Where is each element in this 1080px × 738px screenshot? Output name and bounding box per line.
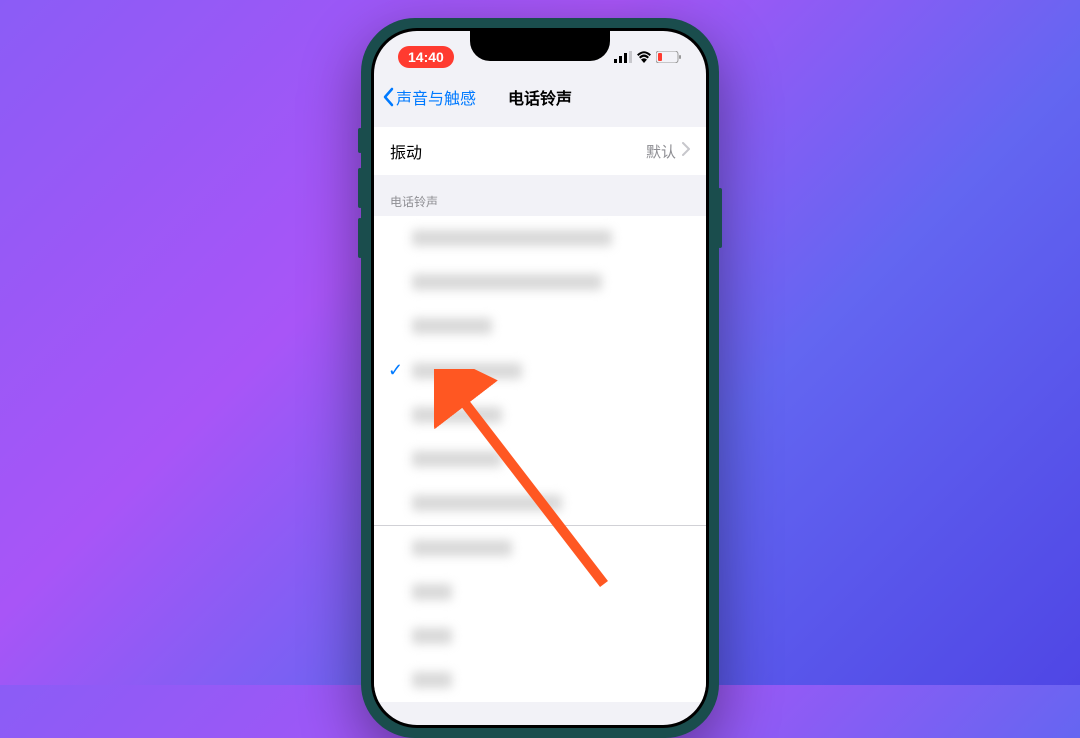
ringtone-label-blurred xyxy=(412,451,502,467)
page-title: 电话铃声 xyxy=(508,85,572,109)
ringtone-item[interactable] xyxy=(374,658,706,702)
ringtone-label-blurred xyxy=(412,495,562,511)
battery-icon xyxy=(656,51,682,63)
ringtone-label-blurred xyxy=(412,274,602,290)
wifi-icon xyxy=(636,51,652,63)
vibration-label: 振动 xyxy=(390,139,646,163)
ringtone-list: ✓ xyxy=(374,216,706,702)
vibration-cell[interactable]: 振动 默认 xyxy=(374,127,706,175)
ringtone-item[interactable] xyxy=(374,614,706,658)
ringtone-item[interactable] xyxy=(374,481,706,525)
checkmark-icon: ✓ xyxy=(388,360,412,381)
ringtone-label-blurred xyxy=(412,584,452,600)
ringtone-label-blurred xyxy=(412,230,612,246)
ringtone-label-blurred xyxy=(412,672,452,688)
ringtone-item[interactable] xyxy=(374,393,706,437)
ringtone-item[interactable] xyxy=(374,526,706,570)
ringtone-item[interactable] xyxy=(374,570,706,614)
ringtone-item[interactable] xyxy=(374,304,706,348)
navigation-bar: 声音与触感 电话铃声 xyxy=(374,75,706,119)
ringtone-label-blurred xyxy=(412,407,502,423)
ringtone-label-blurred xyxy=(412,318,492,334)
chevron-left-icon xyxy=(382,87,394,107)
back-button[interactable]: 声音与触感 xyxy=(374,85,476,109)
ringtone-label-blurred xyxy=(412,628,452,644)
status-time: 14:40 xyxy=(398,46,454,68)
phone-screen: 14:40 声音与触感 电话铃 xyxy=(374,31,706,725)
volume-down-button xyxy=(358,218,362,258)
back-label: 声音与触感 xyxy=(396,85,476,109)
ringtone-section-header: 电话铃声 xyxy=(374,175,706,216)
power-button xyxy=(718,188,722,248)
chevron-right-icon xyxy=(682,142,690,161)
content-area: 振动 默认 电话铃声 ✓ xyxy=(374,119,706,702)
vibration-value: 默认 xyxy=(646,141,676,162)
ringtone-item[interactable] xyxy=(374,260,706,304)
ringtone-item[interactable] xyxy=(374,437,706,481)
ringtone-item[interactable] xyxy=(374,216,706,260)
ringtone-label-blurred xyxy=(412,363,522,379)
cellular-icon xyxy=(614,51,632,63)
volume-up-button xyxy=(358,168,362,208)
silent-switch xyxy=(358,128,362,153)
notch xyxy=(470,31,610,61)
ringtone-item[interactable]: ✓ xyxy=(374,348,706,393)
phone-frame: 14:40 声音与触感 电话铃 xyxy=(361,18,719,738)
ringtone-label-blurred xyxy=(412,540,512,556)
